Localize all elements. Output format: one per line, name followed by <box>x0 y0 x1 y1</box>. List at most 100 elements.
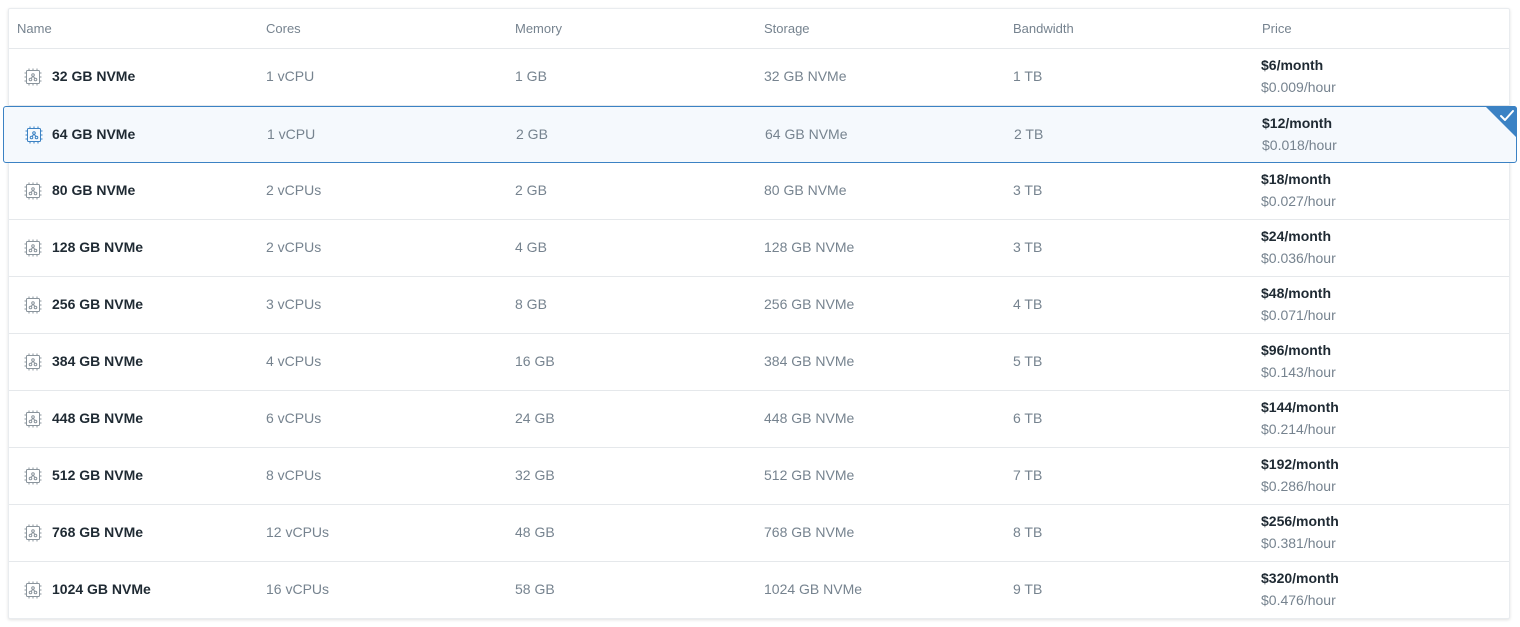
plan-price: $24/month $0.036/hour <box>1261 228 1336 266</box>
plan-bandwidth: 8 TB <box>1013 524 1043 540</box>
chip-icon <box>24 125 44 145</box>
chip-icon <box>23 181 43 201</box>
plan-cores: 16 vCPUs <box>266 581 330 597</box>
plan-memory: 24 GB <box>515 410 555 426</box>
plan-row[interactable]: 256 GB NVMe 3 vCPUs 8 GB 256 GB NVMe 4 TB $48… <box>9 277 1509 334</box>
plan-bandwidth: 1 TB <box>1013 68 1043 84</box>
price-hourly: $0.027/hour <box>1261 193 1336 209</box>
selected-check-icon <box>1483 106 1517 140</box>
price-monthly: $256/month <box>1261 513 1339 529</box>
plan-name: 128 GB NVMe <box>52 239 144 255</box>
chip-icon <box>23 523 43 543</box>
price-monthly: $48/month <box>1261 285 1332 301</box>
chip-icon <box>23 580 43 600</box>
plan-price: $18/month $0.027/hour <box>1261 171 1336 209</box>
plan-memory: 48 GB <box>515 524 555 540</box>
plan-row[interactable]: 384 GB NVMe 4 vCPUs 16 GB 384 GB NVMe 5 TB $9… <box>9 334 1509 391</box>
plan-cores: 4 vCPUs <box>266 353 322 369</box>
price-monthly: $24/month <box>1261 228 1332 244</box>
chip-icon <box>23 466 43 486</box>
plan-name: 1024 GB NVMe <box>52 581 151 597</box>
plan-bandwidth: 5 TB <box>1013 353 1043 369</box>
plan-price: $256/month $0.381/hour <box>1261 513 1339 551</box>
price-hourly: $0.286/hour <box>1261 478 1336 494</box>
plan-name: 64 GB NVMe <box>52 126 136 142</box>
price-hourly: $0.018/hour <box>1262 137 1337 153</box>
plan-memory: 2 GB <box>516 126 548 142</box>
plan-storage: 1024 GB NVMe <box>764 581 863 597</box>
plan-row[interactable]: 768 GB NVMe 12 vCPUs 48 GB 768 GB NVMe 8 TB $… <box>9 505 1509 562</box>
plan-bandwidth: 7 TB <box>1013 467 1043 483</box>
plan-row[interactable]: 1024 GB NVMe 16 vCPUs 58 GB 1024 GB NVMe 9 T… <box>9 562 1509 619</box>
price-monthly: $12/month <box>1262 115 1333 131</box>
plan-row[interactable]: 64 GB NVMe 1 vCPU 2 GB 64 GB NVMe 2 TB $12/mo… <box>3 106 1517 163</box>
plan-name: 384 GB NVMe <box>52 353 144 369</box>
plan-row[interactable]: 80 GB NVMe 2 vCPUs 2 GB 80 GB NVMe 3 TB $18/m… <box>9 163 1509 220</box>
column-header-storage: Storage <box>764 21 810 36</box>
plan-bandwidth: 3 TB <box>1013 182 1043 198</box>
chip-icon <box>23 238 43 258</box>
plan-row[interactable]: 448 GB NVMe 6 vCPUs 24 GB 448 GB NVMe 6 TB $1… <box>9 391 1509 448</box>
plan-storage: 384 GB NVMe <box>764 353 855 369</box>
price-monthly: $320/month <box>1261 570 1339 586</box>
column-header-cores: Cores <box>266 21 301 36</box>
plan-cores: 1 vCPU <box>267 126 316 142</box>
chip-icon <box>23 409 43 429</box>
plan-cores: 6 vCPUs <box>266 410 322 426</box>
price-hourly: $0.036/hour <box>1261 250 1336 266</box>
plan-price: $96/month $0.143/hour <box>1261 342 1336 380</box>
plan-cores: 1 vCPU <box>266 68 315 84</box>
chip-icon <box>23 352 43 372</box>
plan-bandwidth: 4 TB <box>1013 296 1043 312</box>
plan-memory: 1 GB <box>515 68 547 84</box>
plan-price: $48/month $0.071/hour <box>1261 285 1336 323</box>
plan-bandwidth: 9 TB <box>1013 581 1043 597</box>
price-hourly: $0.214/hour <box>1261 421 1336 437</box>
plan-memory: 2 GB <box>515 182 547 198</box>
price-hourly: $0.143/hour <box>1261 364 1336 380</box>
plan-bandwidth: 2 TB <box>1014 126 1044 142</box>
plan-bandwidth: 6 TB <box>1013 410 1043 426</box>
plan-bandwidth: 3 TB <box>1013 239 1043 255</box>
plan-row[interactable]: 32 GB NVMe 1 vCPU 1 GB 32 GB NVMe 1 TB $6/mon… <box>9 49 1509 106</box>
plan-storage: 128 GB NVMe <box>764 239 855 255</box>
column-header-name: Name <box>17 21 52 36</box>
price-hourly: $0.381/hour <box>1261 535 1336 551</box>
price-monthly: $6/month <box>1261 57 1324 73</box>
plan-memory: 16 GB <box>515 353 555 369</box>
column-header-bandwidth: Bandwidth <box>1013 21 1074 36</box>
plan-name: 512 GB NVMe <box>52 467 144 483</box>
column-header-memory: Memory <box>515 21 562 36</box>
plan-cores: 12 vCPUs <box>266 524 330 540</box>
price-monthly: $144/month <box>1261 399 1339 415</box>
plan-name: 80 GB NVMe <box>52 182 136 198</box>
plan-row[interactable]: 512 GB NVMe 8 vCPUs 32 GB 512 GB NVMe 7 TB $1… <box>9 448 1509 505</box>
plan-storage: 32 GB NVMe <box>764 68 847 84</box>
plan-memory: 58 GB <box>515 581 555 597</box>
price-monthly: $96/month <box>1261 342 1332 358</box>
plan-memory: 32 GB <box>515 467 555 483</box>
plan-storage: 64 GB NVMe <box>765 126 848 142</box>
plan-price: $12/month $0.018/hour <box>1262 115 1337 153</box>
plan-storage: 512 GB NVMe <box>764 467 855 483</box>
plan-memory: 8 GB <box>515 296 547 312</box>
chip-icon <box>23 67 43 87</box>
plans-table: Name Cores Memory Storage Bandwidth Pric… <box>3 8 1517 619</box>
plan-price: $192/month $0.286/hour <box>1261 456 1339 494</box>
plan-name: 448 GB NVMe <box>52 410 144 426</box>
plan-storage: 256 GB NVMe <box>764 296 855 312</box>
price-hourly: $0.009/hour <box>1261 79 1336 95</box>
plan-name: 32 GB NVMe <box>52 68 136 84</box>
plan-row[interactable]: 128 GB NVMe 2 vCPUs 4 GB 128 GB NVMe 3 TB $24… <box>9 220 1509 277</box>
plan-price: $320/month $0.476/hour <box>1261 570 1339 608</box>
plan-price: $6/month $0.009/hour <box>1261 57 1336 95</box>
plan-cores: 2 vCPUs <box>266 182 322 198</box>
price-hourly: $0.476/hour <box>1261 592 1336 608</box>
plan-price: $144/month $0.214/hour <box>1261 399 1339 437</box>
price-monthly: $18/month <box>1261 171 1332 187</box>
plan-name: 768 GB NVMe <box>52 524 144 540</box>
plan-cores: 2 vCPUs <box>266 239 322 255</box>
price-hourly: $0.071/hour <box>1261 307 1336 323</box>
plan-storage: 448 GB NVMe <box>764 410 855 426</box>
plan-name: 256 GB NVMe <box>52 296 144 312</box>
